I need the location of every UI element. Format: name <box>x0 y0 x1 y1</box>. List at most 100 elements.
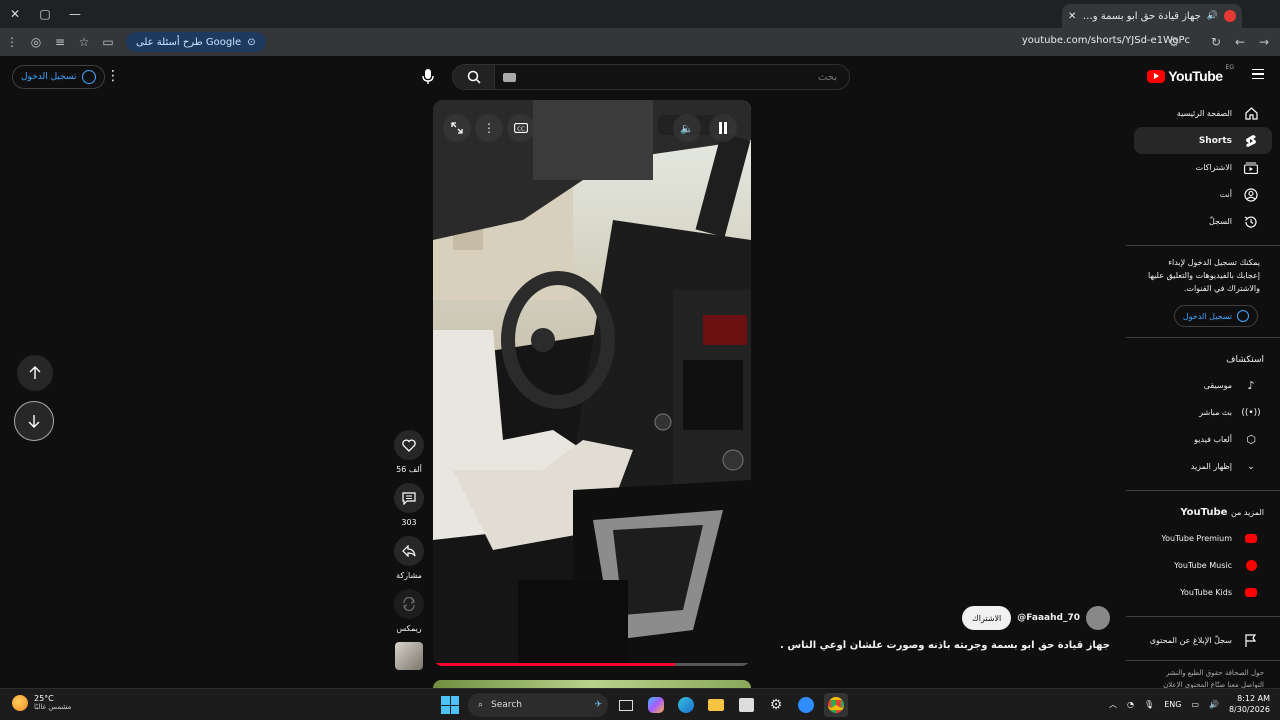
youtube-logo[interactable]: YouTube EG <box>1147 64 1234 84</box>
sidebar-item-subscriptions[interactable]: الاشتراكات <box>1134 154 1272 181</box>
sidebar-item-youtube-music[interactable]: YouTube Music <box>1134 552 1272 579</box>
video-more-button[interactable]: ⋮ <box>475 114 503 142</box>
profile-icon[interactable]: ◎ <box>24 30 48 54</box>
microphone-icon[interactable]: 🎙 <box>1144 700 1154 709</box>
menu-dots-icon[interactable]: ⋮ <box>0 30 24 54</box>
fullscreen-button[interactable] <box>443 114 471 142</box>
bookmark-star-icon[interactable]: ☆ <box>72 30 96 54</box>
sidebar-item-label: الاشتراكات <box>1195 163 1232 172</box>
guide-sidebar: الصفحة الرئيسية Shorts الاشتراكات أنت ال… <box>1126 100 1280 689</box>
system-tray: ︿ ◔ 🎙 ENG ▭ 🔊 8:12 AM 8/30/2026 <box>1109 693 1270 715</box>
network-icon[interactable]: ◔ <box>1127 700 1134 709</box>
share-icon <box>402 545 416 557</box>
tray-overflow-icon[interactable]: ︿ <box>1109 699 1117 710</box>
edge-icon[interactable] <box>674 693 698 717</box>
store-icon[interactable] <box>734 693 758 717</box>
search-input[interactable] <box>516 71 849 83</box>
sidebar-item-youtube-kids[interactable]: YouTube Kids <box>1134 579 1272 606</box>
sidebar-item-live[interactable]: بث مباشر ((•)) <box>1134 399 1272 426</box>
sidebar-item-label: بث مباشر <box>1199 408 1232 417</box>
music-icon: ♪ <box>1247 379 1255 392</box>
tab-audio-icon[interactable]: 🔊 <box>1207 11 1218 21</box>
app-blue-icon[interactable] <box>794 693 818 717</box>
input-language[interactable]: ENG <box>1164 700 1181 709</box>
flag-icon <box>1244 634 1258 648</box>
back-icon[interactable]: → <box>1252 30 1276 54</box>
share-button[interactable] <box>394 536 424 566</box>
sidebar-item-gaming[interactable]: ألعاب فيديو ⬡ <box>1134 426 1272 453</box>
footer-links-1[interactable]: حول الصحافة حقوق الطبع والنشر <box>1126 667 1280 679</box>
sidebar-item-show-more[interactable]: إظهار المزيد ⌄ <box>1134 453 1272 480</box>
subscribe-button[interactable]: الاشتراك <box>962 606 1012 630</box>
wifi-icon[interactable]: ▭ <box>1191 700 1199 709</box>
next-video-preview[interactable] <box>433 680 751 688</box>
comments-button[interactable] <box>394 483 424 513</box>
task-view-icon[interactable] <box>614 693 638 717</box>
youtube-music-icon <box>1244 559 1258 573</box>
youtube-kids-icon <box>1244 586 1258 600</box>
captions-button[interactable]: CC <box>507 114 535 142</box>
maximize-window-icon[interactable]: ▢ <box>30 0 60 28</box>
sidebar-item-music[interactable]: موسيقى ♪ <box>1134 372 1272 399</box>
tab-favicon-icon <box>1224 10 1236 22</box>
file-explorer-icon[interactable] <box>704 693 728 717</box>
channel-avatar[interactable] <box>1086 606 1110 630</box>
sidebar-item-report-history[interactable]: سجلّ الإبلاغ عن المحتوى <box>1134 627 1272 654</box>
chrome-icon[interactable] <box>824 693 848 717</box>
close-window-icon[interactable]: ✕ <box>0 0 30 28</box>
search-button[interactable] <box>453 65 495 89</box>
shorts-video-player[interactable]: ⋮ CC 🔈 <box>433 100 751 666</box>
voice-search-icon[interactable] <box>415 65 441 89</box>
audio-source-thumbnail[interactable] <box>395 642 423 670</box>
clock[interactable]: 8:12 AM 8/30/2026 <box>1229 693 1270 715</box>
sidebar-signin-button[interactable]: تسجيل الدخول <box>1174 305 1258 327</box>
sidebar-divider <box>1126 660 1280 661</box>
tab-close-icon[interactable]: ✕ <box>1068 11 1076 22</box>
settings-gear-icon[interactable]: ⚙ <box>764 693 788 717</box>
ask-google-chip[interactable]: طرح أسئلة على Google ⊙ <box>126 32 266 52</box>
channel-handle[interactable]: @Faaahd_70 <box>1017 613 1080 623</box>
sun-icon <box>12 694 28 711</box>
previous-short-button[interactable] <box>17 355 53 391</box>
keyboard-icon[interactable] <box>503 72 516 82</box>
weather-widget[interactable]: 25°C مشمس غالبًا <box>12 694 71 711</box>
next-short-button[interactable] <box>14 401 54 441</box>
sidebar-divider <box>1126 337 1280 338</box>
like-button[interactable] <box>394 430 424 460</box>
forward-icon[interactable]: ← <box>1228 30 1252 54</box>
site-settings-icon[interactable]: ⚙ <box>1162 30 1186 54</box>
sidebar-item-youtube-premium[interactable]: YouTube Premium <box>1134 525 1272 552</box>
signin-prompt-text: يمكنك تسجيل الدخول لإبداء إعجابك بالفيدي… <box>1148 258 1260 293</box>
windows-taskbar: 25°C مشمس غالبًا ⌕ Search ✈ ⚙ ︿ ◔ 🎙 ENG … <box>0 688 1280 720</box>
weather-temp: 25°C <box>34 694 54 703</box>
reading-list-icon[interactable]: ≡ <box>48 30 72 54</box>
cast-icon[interactable]: ▭ <box>96 30 120 54</box>
volume-icon[interactable]: 🔊 <box>1209 700 1219 709</box>
progress-fill <box>433 663 675 666</box>
sidebar-item-shorts[interactable]: Shorts <box>1134 127 1272 154</box>
clock-date: 8/30/2026 <box>1228 705 1270 714</box>
sidebar-item-history[interactable]: السجلّ <box>1134 208 1272 235</box>
pause-button[interactable] <box>709 114 737 142</box>
video-progress-bar[interactable] <box>433 663 751 666</box>
sidebar-item-label: إظهار المزيد <box>1190 462 1232 471</box>
header-signin-button[interactable]: تسجيل الدخول <box>12 65 106 89</box>
video-title[interactable]: جهاز قيادة حق ابو بسمة وجربته باذنه وصور… <box>780 640 1110 651</box>
remix-button[interactable] <box>394 589 424 619</box>
chevron-down-icon: ⌄ <box>1247 461 1255 472</box>
settings-menu-icon[interactable]: ⋮ <box>106 68 120 84</box>
sidebar-item-label: Shorts <box>1198 135 1232 146</box>
explore-heading: استكشاف <box>1226 355 1264 365</box>
like-count: 56 ألف <box>396 465 422 474</box>
reload-icon[interactable]: ↻ <box>1204 30 1228 54</box>
browser-tab[interactable]: 🔊 جهاز قيادة حق ابو بسمة وجرب ✕ <box>1062 4 1242 28</box>
hamburger-menu-icon[interactable] <box>1252 69 1264 79</box>
sidebar-item-you[interactable]: أنت <box>1134 181 1272 208</box>
start-button[interactable] <box>438 693 462 717</box>
ask-google-label: طرح أسئلة على Google <box>136 36 242 48</box>
sidebar-item-home[interactable]: الصفحة الرئيسية <box>1134 100 1272 127</box>
minimize-window-icon[interactable]: — <box>60 0 90 28</box>
copilot-icon[interactable] <box>644 693 668 717</box>
mute-button[interactable]: 🔈 <box>673 114 701 142</box>
taskbar-search[interactable]: ⌕ Search ✈ <box>468 693 608 717</box>
